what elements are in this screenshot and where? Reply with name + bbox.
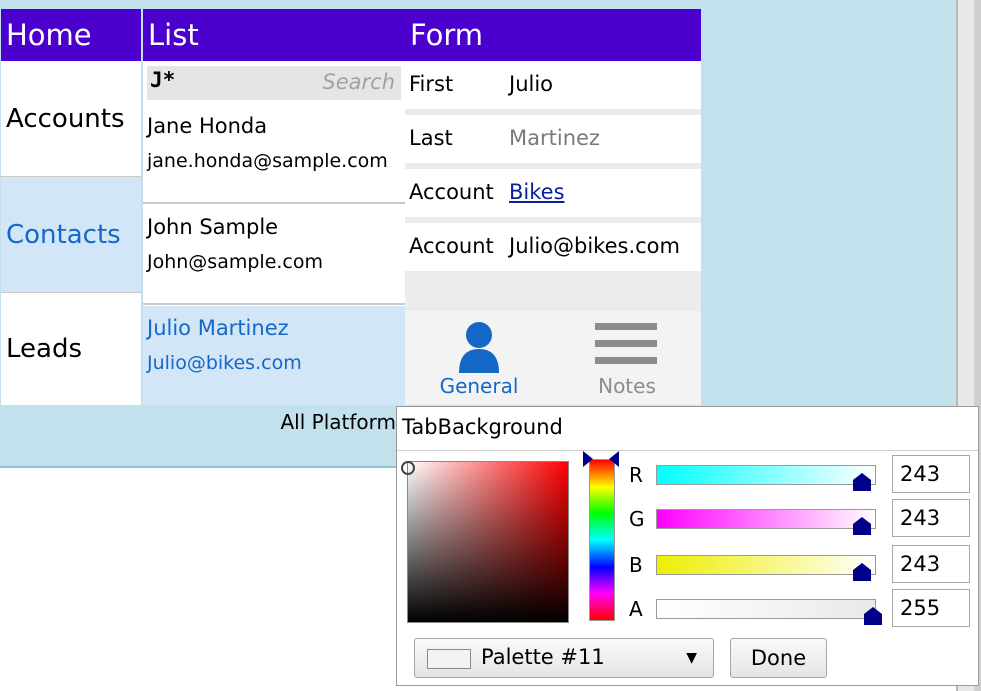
list-item[interactable]: Jane Honda jane.honda@sample.com [143, 104, 405, 204]
tab-label: Notes [598, 374, 656, 398]
red-slider[interactable] [656, 465, 876, 485]
title-divider [397, 450, 978, 451]
blue-slider-thumb[interactable] [853, 563, 871, 581]
hue-thumb[interactable] [583, 451, 619, 467]
tab-label: General [439, 374, 519, 398]
form-row-last: Last Martinez [405, 115, 701, 163]
saturation-value-area[interactable] [407, 461, 569, 623]
footer-text: All Platform [280, 410, 397, 434]
contact-name: Jane Honda [147, 114, 268, 138]
palette-dropdown[interactable]: Palette #11 ▼ [414, 638, 714, 678]
red-value-input[interactable]: 243 [892, 455, 970, 493]
field-label: First [409, 72, 454, 96]
contact-name: Julio Martinez [147, 316, 289, 340]
account-email-field[interactable]: Julio@bikes.com [509, 234, 680, 258]
color-swatch [427, 649, 471, 669]
palette-label: Palette #11 [481, 645, 605, 669]
channel-label-r: R [629, 463, 643, 487]
saturation-thumb[interactable] [401, 461, 415, 475]
alpha-slider-thumb[interactable] [864, 607, 882, 625]
tab-notes[interactable]: Notes [553, 311, 701, 405]
nav-item-leads[interactable]: Leads [1, 293, 141, 405]
search-input[interactable]: J* Search [147, 66, 401, 100]
tab-bar: General Notes [405, 311, 701, 405]
contact-email: Julio@bikes.com [147, 352, 302, 374]
person-icon [459, 322, 499, 373]
channel-label-b: B [629, 553, 643, 577]
green-slider[interactable] [656, 509, 876, 529]
field-label: Last [409, 126, 453, 150]
alpha-slider[interactable] [656, 599, 876, 619]
form-row-account: Account Bikes [405, 169, 701, 217]
account-link[interactable]: Bikes [509, 180, 565, 204]
dialog-title: TabBackground [402, 415, 563, 439]
form-row-account-email: Account Julio@bikes.com [405, 223, 701, 271]
notes-icon [595, 323, 657, 364]
field-label: Account [409, 234, 494, 258]
form-row-first: First Julio [405, 61, 701, 109]
color-picker-dialog: TabBackground R 243 G 243 B 243 A 255 Pa… [396, 406, 979, 686]
first-name-field[interactable]: Julio [509, 72, 553, 96]
channel-label-g: G [629, 507, 645, 531]
red-slider-thumb[interactable] [853, 473, 871, 491]
contact-name: John Sample [147, 215, 279, 239]
nav-header[interactable]: Home [1, 9, 141, 61]
field-label: Account [409, 180, 494, 204]
list-item-selected[interactable]: Julio Martinez Julio@bikes.com [143, 306, 405, 405]
nav-item-contacts[interactable]: Contacts [1, 177, 141, 293]
done-button[interactable]: Done [730, 638, 827, 678]
nav-item-accounts[interactable]: Accounts [1, 61, 141, 177]
tab-general[interactable]: General [405, 311, 553, 405]
contact-email: John@sample.com [147, 251, 324, 273]
search-query: J* [150, 68, 176, 92]
list-header: List [143, 9, 405, 61]
alpha-value-input[interactable]: 255 [892, 589, 970, 627]
channel-label-a: A [629, 597, 643, 621]
blue-value-input[interactable]: 243 [892, 545, 970, 583]
hue-slider[interactable] [589, 459, 615, 621]
green-slider-thumb[interactable] [853, 517, 871, 535]
contact-email: jane.honda@sample.com [147, 150, 388, 172]
green-value-input[interactable]: 243 [892, 499, 970, 537]
search-placeholder: Search [322, 70, 395, 94]
list-item[interactable]: John Sample John@sample.com [143, 205, 405, 305]
chevron-down-icon: ▼ [686, 650, 697, 666]
blue-slider[interactable] [656, 555, 876, 575]
form-header: Form [405, 9, 701, 61]
last-name-field[interactable]: Martinez [509, 126, 600, 150]
